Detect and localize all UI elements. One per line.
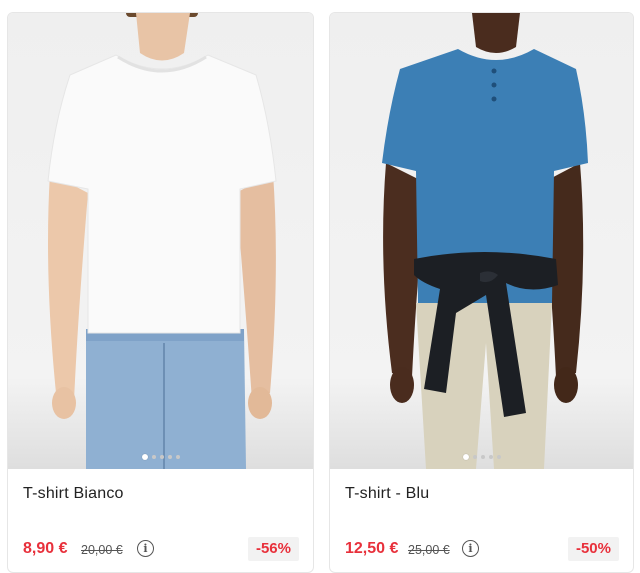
sale-price: 8,90 € [23, 540, 68, 557]
product-card[interactable]: T-shirt - Blu 12,50 € 25,00 € i -50% [329, 12, 634, 573]
price-row: 8,90 € 20,00 € i -56% [23, 537, 299, 561]
product-grid: T-shirt Bianco 8,90 € 20,00 € i -56% T-s… [0, 0, 640, 573]
original-price: 20,00 € [81, 543, 123, 557]
carousel-dot[interactable] [141, 454, 148, 460]
carousel-dot[interactable] [167, 455, 172, 459]
image-carousel-dots[interactable] [330, 453, 633, 461]
info-icon[interactable]: i [137, 540, 154, 557]
carousel-dot[interactable] [151, 455, 156, 459]
discount-badge: -50% [567, 537, 619, 561]
original-price: 25,00 € [408, 543, 450, 557]
carousel-dot[interactable] [472, 455, 477, 459]
carousel-dot[interactable] [462, 454, 469, 460]
carousel-dot[interactable] [159, 455, 164, 459]
carousel-dot[interactable] [488, 455, 493, 459]
price-row: 12,50 € 25,00 € i -50% [345, 537, 619, 561]
image-carousel-dots[interactable] [8, 453, 313, 461]
product-name[interactable]: T-shirt - Blu [345, 485, 429, 503]
sale-price: 12,50 € [345, 540, 399, 557]
discount-badge: -56% [247, 537, 299, 561]
info-icon[interactable]: i [462, 540, 479, 557]
carousel-dot[interactable] [480, 455, 485, 459]
carousel-dot[interactable] [496, 455, 501, 459]
product-card[interactable]: T-shirt Bianco 8,90 € 20,00 € i -56% [7, 12, 314, 573]
carousel-dot[interactable] [175, 455, 180, 459]
model-blue-tshirt-photo [382, 13, 588, 469]
model-white-tshirt-photo [47, 13, 277, 469]
product-image[interactable] [330, 13, 633, 469]
product-name[interactable]: T-shirt Bianco [23, 485, 124, 503]
product-image[interactable] [8, 13, 313, 469]
